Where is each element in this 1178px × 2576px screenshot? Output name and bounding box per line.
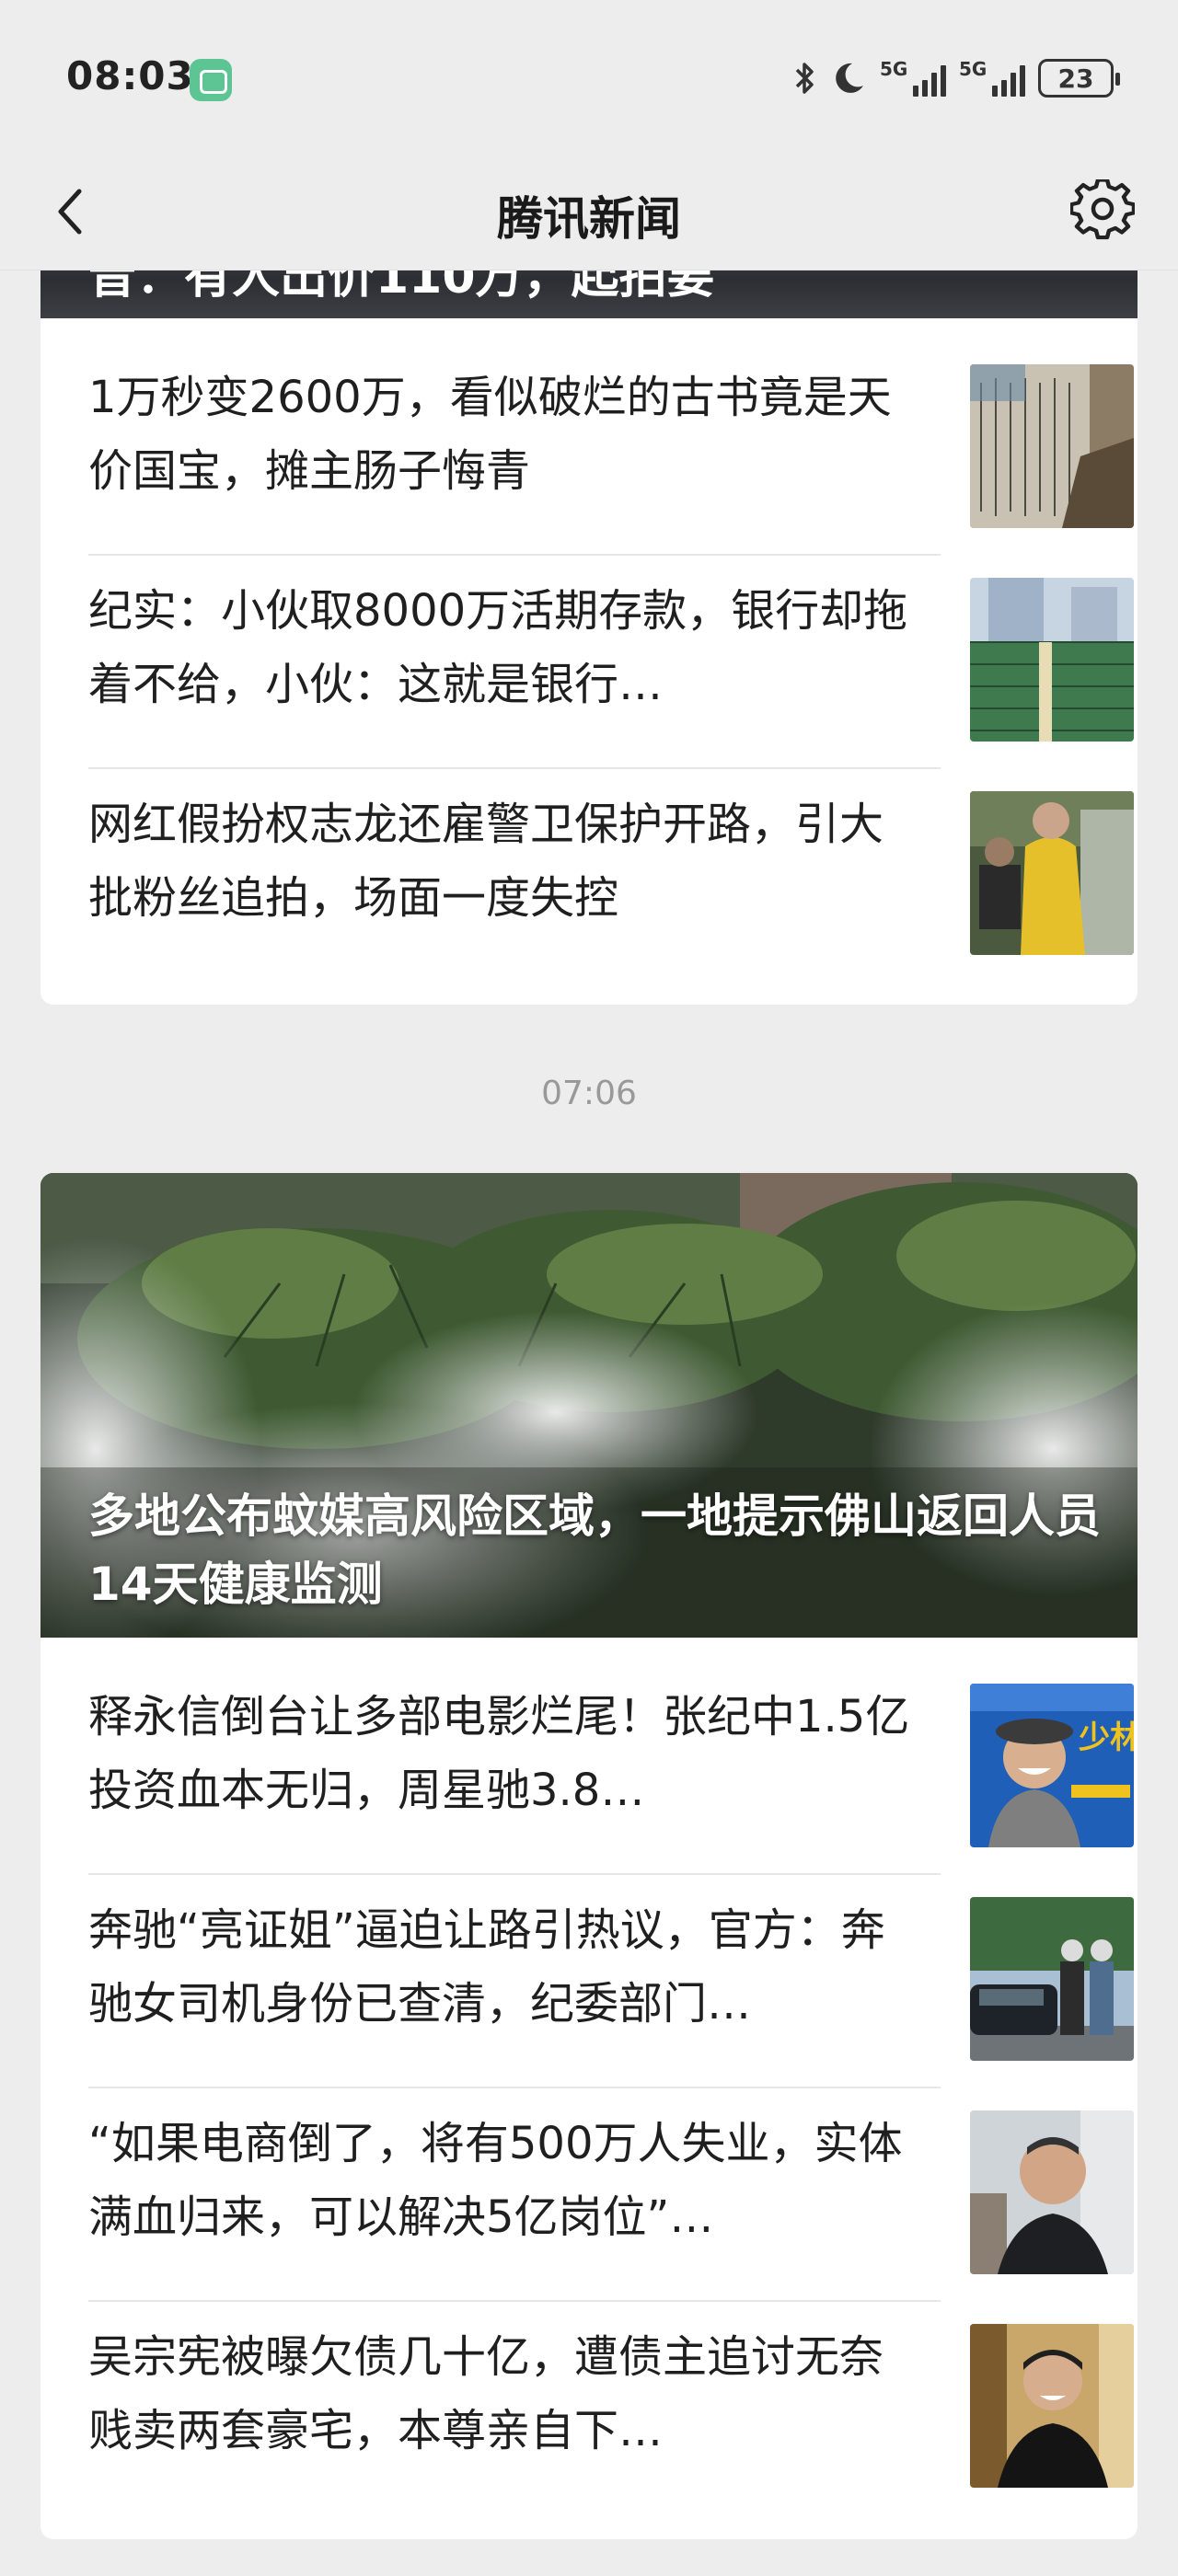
news-title: 释永信倒台让多部电影烂尾！张纪中1.5亿投资血本无归，周星驰3.8…: [88, 1691, 910, 1816]
news-item[interactable]: 吴宗宪被曝欠债几十亿，遭债主追讨无奈贱卖两套豪宅，本尊亲自下…: [88, 2278, 1134, 2491]
news-title: 网红假扮权志龙还雇警卫保护开路，引大批粉丝追拍，场面一度失控: [88, 799, 884, 924]
news-item[interactable]: “如果电商倒了，将有500万人失业，实体满血归来，可以解决5亿岗位”…: [88, 2064, 1134, 2278]
settings-button[interactable]: [1064, 173, 1141, 250]
battery-level: 23: [1057, 63, 1094, 94]
celebrity-portrait-thumbnail: [970, 2324, 1134, 2488]
timestamp-divider: 07:06: [541, 1075, 637, 1112]
news-title: 1万秒变2600万，看似破烂的古书竟是天价国宝，摊主肠子悔青: [88, 372, 892, 497]
battery-icon: 23: [1038, 59, 1120, 98]
signal-icon: 5G: [959, 60, 1025, 97]
road-incident-thumbnail: [970, 1897, 1134, 2061]
hero-image[interactable]: 多地公布蚊媒高风险区域，一地提示佛山返回人员14天健康监测: [40, 1173, 1138, 1638]
status-icons: 5G 5G 23: [793, 55, 1120, 101]
network-type-2: 5G: [959, 58, 987, 80]
shaolin-man-thumbnail: 少林: [970, 1684, 1134, 1847]
hero-title: 多地公布蚊媒高风险区域，一地提示佛山返回人员14天健康监测: [88, 1489, 1101, 1611]
news-title: 纪实：小伙取8000万活期存款，银行却拖着不给，小伙：这就是银行…: [88, 585, 908, 710]
gear-icon: [1070, 179, 1135, 240]
news-title: 吴宗宪被曝欠债几十亿，遭债主追讨无奈贱卖两套豪宅，本尊亲自下…: [88, 2331, 884, 2456]
page-title: 腾讯新闻: [497, 192, 681, 246]
signal-icon: 5G: [880, 60, 946, 97]
speaker-portrait-thumbnail: [970, 2110, 1134, 2274]
bottom-spacer: [0, 2539, 1178, 2576]
news-card-2: 多地公布蚊媒高风险区域，一地提示佛山返回人员14天健康监测 释永信倒台让多部电影…: [40, 1173, 1138, 2539]
news-item[interactable]: 释永信倒台让多部电影烂尾！张纪中1.5亿投资血本无归，周星驰3.8… 少林: [88, 1638, 1134, 1851]
status-bar: 08:03 5G 5G 23: [0, 0, 1178, 156]
news-title: 奔驰“亮证姐”逼迫让路引热议，官方：奔驰女司机身份已查清，纪委部门…: [88, 1904, 885, 2030]
old-book-thumbnail: [970, 364, 1134, 528]
thumb-text: 少林: [1079, 1720, 1134, 1755]
bluetooth-icon: [793, 60, 817, 97]
crowd-photo-thumbnail: [970, 791, 1134, 955]
news-item[interactable]: 纪实：小伙取8000万活期存款，银行却拖着不给，小伙：这就是银行…: [88, 532, 1134, 745]
app-notification-icon: [190, 59, 232, 101]
news-item[interactable]: 奔驰“亮证姐”逼迫让路引热议，官方：奔驰女司机身份已查清，纪委部门…: [88, 1851, 1134, 2064]
cash-stacks-thumbnail: [970, 578, 1134, 742]
news-item[interactable]: 1万秒变2600万，看似破烂的古书竟是天价国宝，摊主肠子悔青: [88, 318, 1134, 532]
do-not-disturb-icon: [830, 60, 867, 97]
news-item[interactable]: 网红假扮权志龙还雇警卫保护开路，引大批粉丝追拍，场面一度失控: [88, 745, 1134, 959]
nav-bar: 腾讯新闻: [0, 156, 1178, 270]
news-card-1: 音：有人出价110万，起拍要 1万秒变2600万，看似破烂的古书竟是天价国宝，摊…: [40, 221, 1138, 1005]
network-type-1: 5G: [880, 58, 908, 80]
news-title: “如果电商倒了，将有500万人失业，实体满血归来，可以解决5亿岗位”…: [88, 2118, 903, 2243]
status-time: 08:03: [66, 53, 194, 98]
